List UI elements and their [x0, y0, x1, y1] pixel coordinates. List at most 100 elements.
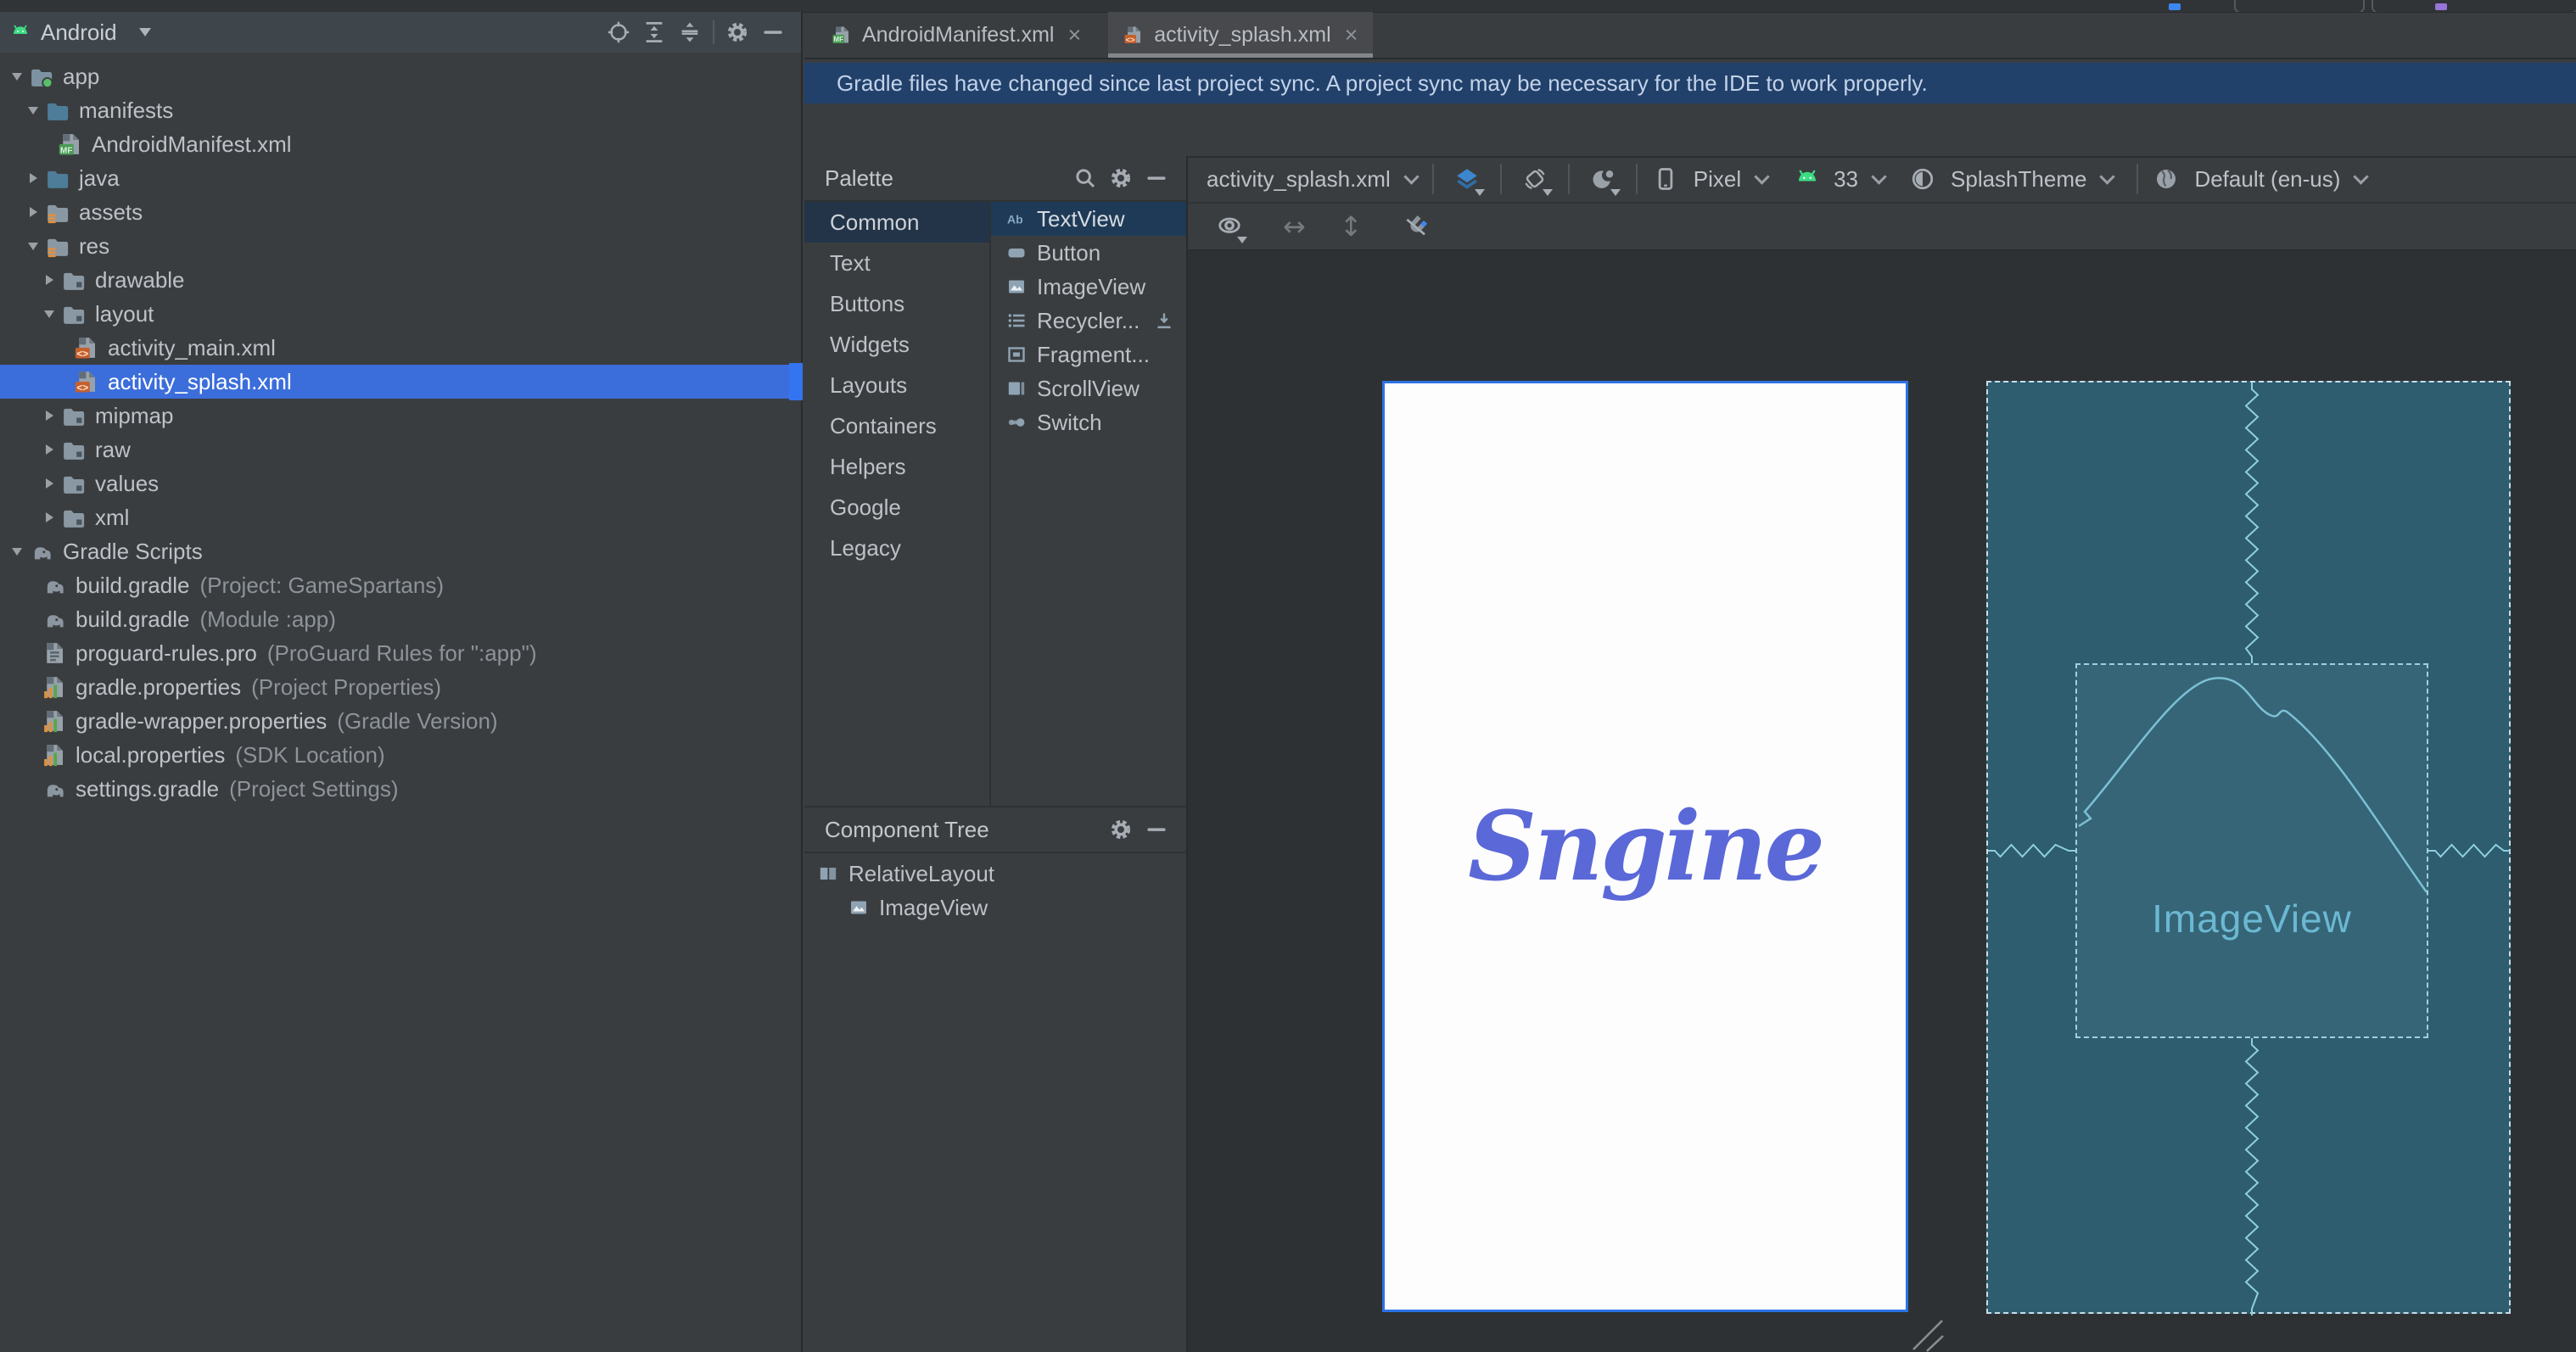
download-icon[interactable]	[1154, 310, 1174, 331]
chevron-down-icon[interactable]	[7, 73, 27, 81]
palette-item-button[interactable]: Button	[991, 236, 1186, 270]
chevron-down-icon[interactable]	[39, 310, 59, 318]
tree-item-java[interactable]: java	[0, 161, 801, 195]
palette-category-legacy[interactable]: Legacy	[804, 528, 989, 568]
chevron-down-icon[interactable]	[7, 548, 27, 556]
tree-item-activity-splash[interactable]: activity_splash.xml	[0, 365, 801, 399]
palette-category-buttons[interactable]: Buttons	[804, 283, 989, 324]
tree-item-raw[interactable]: raw	[0, 433, 801, 466]
autoconnect-off-icon[interactable]	[1397, 208, 1436, 245]
switch-icon	[1006, 412, 1027, 433]
design-view-screen[interactable]: Sngine	[1382, 381, 1908, 1312]
tree-item-settings-gradle[interactable]: settings.gradle(Project Settings)	[0, 772, 801, 806]
panel-divider-accent[interactable]	[789, 363, 803, 400]
design-editor: activity_splash.xml Pixel 33 SplashTheme…	[1188, 156, 2576, 1352]
design-file-selector[interactable]: activity_splash.xml	[1207, 166, 1391, 193]
theme-selector[interactable]: SplashTheme	[1951, 166, 2086, 193]
blueprint-imageview-label: ImageView	[2077, 896, 2427, 941]
device-selector[interactable]: Pixel	[1694, 166, 1741, 193]
tree-item-gradle-scripts[interactable]: Gradle Scripts	[0, 534, 801, 568]
design-surface: Sngine ImageView	[1188, 251, 2576, 1352]
locate-file-button[interactable]	[601, 17, 636, 47]
design-toolbar-row2: ↔ ↕	[1188, 204, 2576, 251]
chevron-right-icon[interactable]	[39, 411, 59, 421]
orientation-button[interactable]	[1515, 160, 1554, 198]
collapse-all-button[interactable]	[672, 17, 708, 47]
tree-item-layout[interactable]: layout	[0, 297, 801, 331]
palette-category-layouts[interactable]: Layouts	[804, 365, 989, 405]
hide-panel-button[interactable]	[1139, 163, 1174, 193]
palette-item-scrollview[interactable]: ScrollView	[991, 372, 1186, 405]
tree-item-activity-main[interactable]: activity_main.xml	[0, 331, 801, 365]
palette-category-google[interactable]: Google	[804, 487, 989, 528]
chevron-right-icon[interactable]	[23, 207, 43, 217]
properties-file-icon	[42, 742, 67, 768]
resize-handle[interactable]	[1910, 1316, 1947, 1352]
component-tree-item-imageview[interactable]: ImageView	[804, 891, 1186, 925]
chevron-right-icon[interactable]	[39, 275, 59, 285]
tree-item-androidmanifest[interactable]: AndroidManifest.xml	[0, 127, 801, 161]
chevron-down-icon[interactable]	[23, 107, 43, 115]
blueprint-view-screen[interactable]: ImageView	[1986, 381, 2511, 1314]
close-icon[interactable]: ×	[1345, 22, 1358, 48]
vertical-arrow-icon[interactable]: ↕	[1340, 210, 1363, 243]
palette-item-recyclerview[interactable]: Recycler...	[991, 304, 1186, 338]
palette-item-imageview[interactable]: ImageView	[991, 270, 1186, 304]
view-options-button[interactable]	[1210, 208, 1249, 245]
palette-category-text[interactable]: Text	[804, 243, 989, 283]
tree-item-drawable[interactable]: drawable	[0, 263, 801, 297]
palette-category-helpers[interactable]: Helpers	[804, 446, 989, 487]
tree-item-res[interactable]: res	[0, 229, 801, 263]
palette-item-textview[interactable]: TextView	[991, 202, 1186, 236]
gear-icon[interactable]	[1103, 163, 1139, 193]
tree-item-assets[interactable]: assets	[0, 195, 801, 229]
chevron-down-icon[interactable]	[23, 243, 43, 250]
component-tree-header: Component Tree	[804, 807, 1186, 853]
horizontal-arrow-icon[interactable]: ↔	[1283, 210, 1306, 243]
expand-all-button[interactable]	[636, 17, 672, 47]
palette-item-fragment[interactable]: Fragment...	[991, 338, 1186, 372]
component-tree-item-relativelayout[interactable]: RelativeLayout	[804, 857, 1186, 891]
design-imageview-logo[interactable]: Sngine	[1468, 791, 1823, 902]
design-surface-mode-button[interactable]	[1448, 160, 1487, 198]
project-view-selector[interactable]: Android	[41, 20, 117, 46]
tree-item-manifests[interactable]: manifests	[0, 93, 801, 127]
close-icon[interactable]: ×	[1067, 22, 1081, 48]
blueprint-imageview-widget[interactable]: ImageView	[2075, 663, 2428, 1038]
night-mode-button[interactable]	[1583, 160, 1622, 198]
hide-panel-button[interactable]	[755, 17, 791, 47]
xml-file-icon	[1123, 25, 1144, 45]
tree-item-build-gradle-module[interactable]: build.gradle(Module :app)	[0, 602, 801, 636]
android-studio-window: Android app manifests AndroidManifest.xm…	[0, 0, 2576, 1352]
chevron-right-icon[interactable]	[39, 512, 59, 522]
hide-panel-button[interactable]	[1139, 814, 1174, 845]
palette-category-containers[interactable]: Containers	[804, 405, 989, 446]
tree-item-local-properties[interactable]: local.properties(SDK Location)	[0, 738, 801, 772]
chevron-down-icon[interactable]	[139, 28, 151, 36]
api-level-selector[interactable]: 33	[1834, 166, 1858, 193]
palette-category-common[interactable]: Common	[804, 202, 989, 243]
tree-item-xml[interactable]: xml	[0, 500, 801, 534]
toolbar-icon-fragment	[2435, 3, 2447, 10]
button-widget-icon	[1006, 243, 1027, 263]
project-panel-header: Android	[0, 12, 801, 53]
chevron-right-icon[interactable]	[39, 444, 59, 455]
tree-item-gradle-wrapper-properties[interactable]: gradle-wrapper.properties(Gradle Version…	[0, 704, 801, 738]
app-folder-icon	[29, 64, 54, 89]
tab-androidmanifest[interactable]: AndroidManifest.xml ×	[816, 12, 1096, 58]
tree-item-build-gradle-project[interactable]: build.gradle(Project: GameSpartans)	[0, 568, 801, 602]
gear-icon[interactable]	[1103, 814, 1139, 845]
tree-item-values[interactable]: values	[0, 466, 801, 500]
chevron-right-icon[interactable]	[23, 173, 43, 183]
tree-item-proguard-rules[interactable]: proguard-rules.pro(ProGuard Rules for ":…	[0, 636, 801, 670]
tree-item-gradle-properties[interactable]: gradle.properties(Project Properties)	[0, 670, 801, 704]
palette-item-switch[interactable]: Switch	[991, 405, 1186, 439]
locale-selector[interactable]: Default (en-us)	[2194, 166, 2340, 193]
search-icon[interactable]	[1067, 163, 1103, 193]
gear-icon[interactable]	[720, 17, 755, 47]
chevron-right-icon[interactable]	[39, 478, 59, 489]
tab-activity-splash[interactable]: activity_splash.xml ×	[1108, 12, 1373, 58]
tree-item-mipmap[interactable]: mipmap	[0, 399, 801, 433]
palette-category-widgets[interactable]: Widgets	[804, 324, 989, 365]
tree-item-app[interactable]: app	[0, 59, 801, 93]
